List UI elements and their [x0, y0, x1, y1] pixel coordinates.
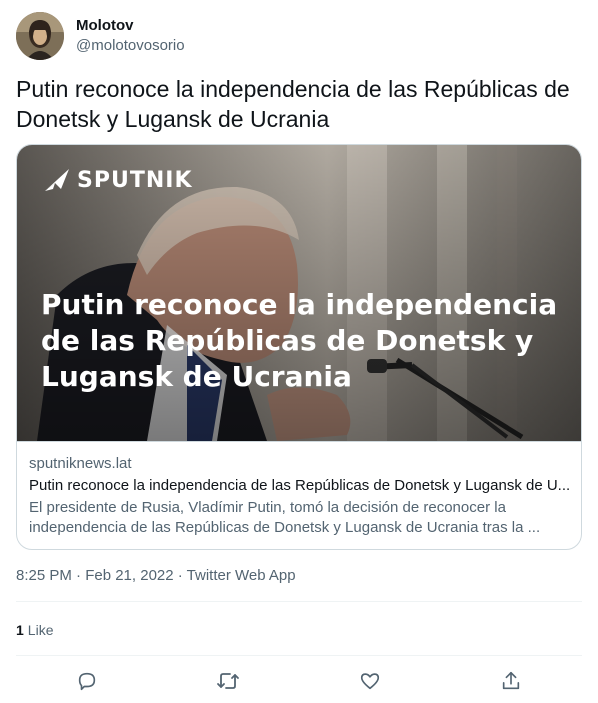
- tweet-stats[interactable]: 1 Like: [16, 620, 53, 640]
- share-icon: [502, 671, 520, 690]
- link-preview-card[interactable]: SPUTNIK Putin reconoce la independencia …: [16, 144, 582, 550]
- avatar[interactable]: [16, 12, 64, 60]
- tweet-header: Molotov @molotovosorio: [16, 12, 582, 62]
- share-button[interactable]: [494, 664, 528, 698]
- sputnik-logo: SPUTNIK: [43, 167, 193, 193]
- divider: [16, 655, 582, 656]
- tweet-actions: [16, 664, 582, 698]
- card-domain: sputniknews.lat: [29, 455, 132, 472]
- divider: [16, 601, 582, 602]
- card-meta[interactable]: sputniknews.lat Putin reconoce la indepe…: [29, 454, 569, 538]
- reply-icon: [78, 672, 96, 691]
- retweet-icon: [217, 673, 239, 689]
- author-handle[interactable]: @molotovosorio: [76, 36, 185, 56]
- like-button[interactable]: [353, 664, 387, 698]
- card-image[interactable]: SPUTNIK Putin reconoce la independencia …: [17, 145, 581, 441]
- tweet-timestamp[interactable]: 8:25 PM · Feb 21, 2022 · Twitter Web App: [16, 566, 296, 586]
- sputnik-mark-icon: [45, 169, 69, 191]
- card-image-headline: Putin reconoce la independencia de las R…: [41, 288, 558, 393]
- author-display-name[interactable]: Molotov: [76, 16, 185, 36]
- reply-button[interactable]: [70, 664, 104, 698]
- card-divider: [17, 441, 581, 442]
- tweet-text: Putin reconoce la independencia de las R…: [16, 76, 570, 132]
- likes-label: Like: [27, 622, 54, 638]
- card-title: Putin reconoce la independencia de las R…: [29, 477, 569, 494]
- brand-text: SPUTNIK: [77, 167, 193, 193]
- retweet-button[interactable]: [211, 664, 245, 698]
- likes-count: 1: [16, 622, 24, 638]
- card-description: El presidente de Rusia, Vladímir Putin, …: [29, 499, 541, 536]
- like-icon: [360, 673, 380, 690]
